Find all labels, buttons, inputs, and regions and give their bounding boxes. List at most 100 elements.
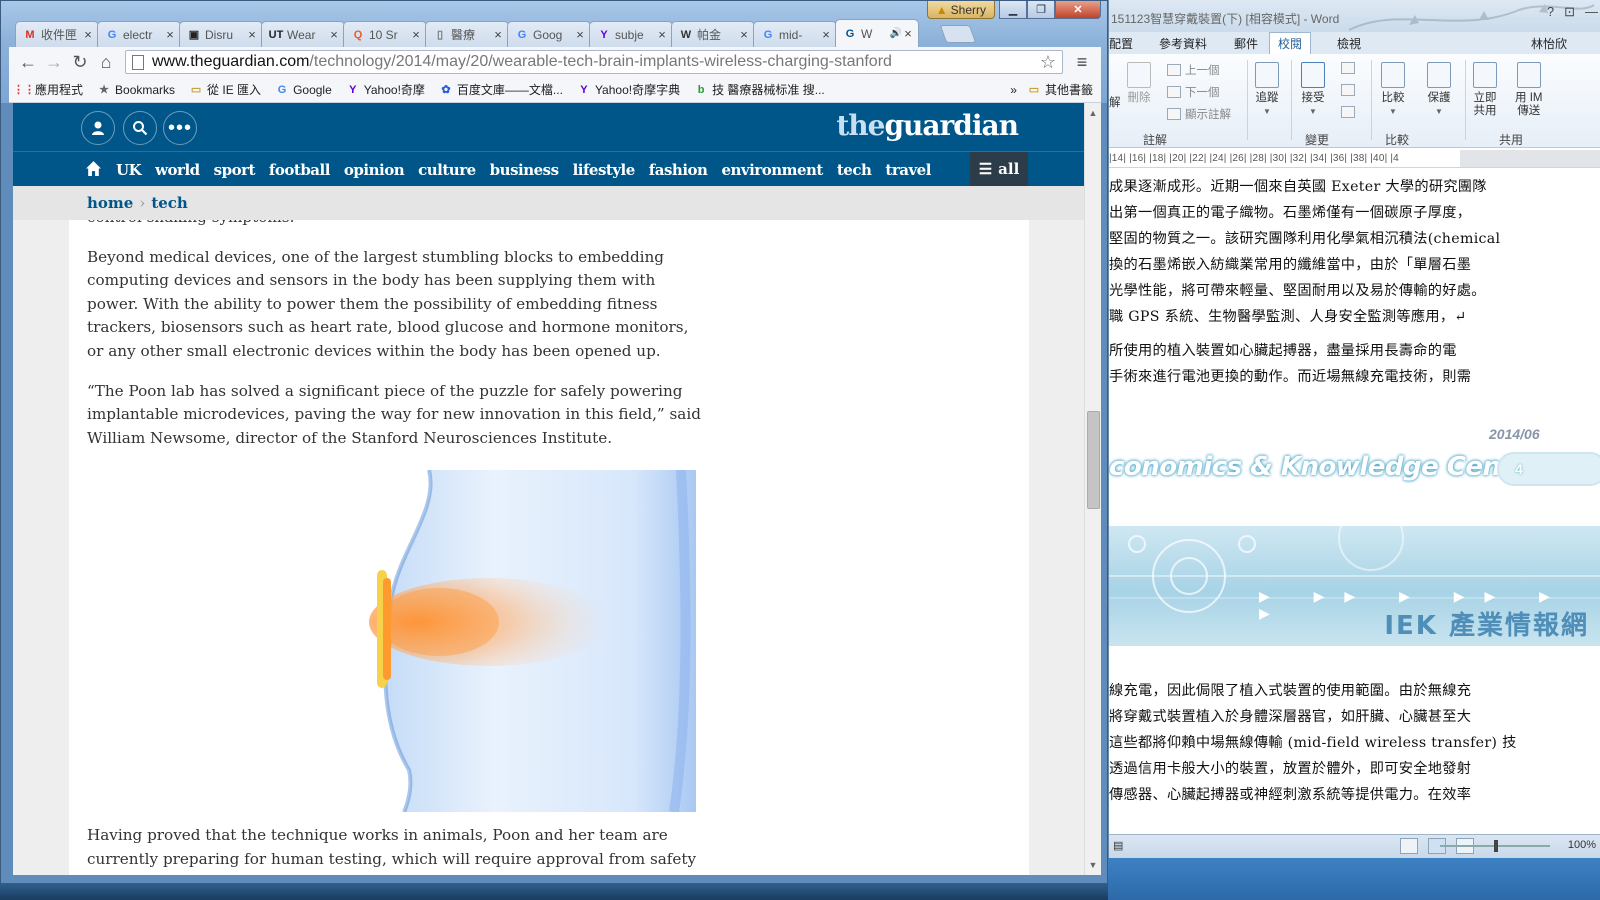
reload-button[interactable]: ↻ <box>67 50 93 74</box>
nav-item-environment[interactable]: environment <box>721 161 823 179</box>
browser-tab[interactable]: W 帕金 × <box>671 21 755 47</box>
breadcrumb-tech[interactable]: tech <box>151 194 188 212</box>
browser-tab[interactable]: ▯ 醫療 × <box>425 21 509 47</box>
bookmark-item[interactable]: ⋮⋮ 應用程式 <box>13 81 83 98</box>
browser-tab[interactable]: UT Wear × <box>261 21 345 47</box>
reject-icon <box>1341 62 1355 74</box>
address-bar[interactable]: www.theguardian.com/technology/2014/may/… <box>125 50 1063 74</box>
word-minimize-icon[interactable]: — <box>1585 4 1598 20</box>
ribbon-display-icon[interactable]: ⊡ <box>1564 4 1575 20</box>
zoom-slider[interactable] <box>1440 840 1550 852</box>
nav-item-travel[interactable]: travel <box>885 161 931 179</box>
tab-mailings[interactable]: 郵件 <box>1234 35 1258 52</box>
other-bookmarks-folder[interactable]: ▭ 其他書籤 <box>1027 81 1093 98</box>
bookmark-item[interactable]: Y Yahoo!奇摩字典 <box>577 81 680 98</box>
read-mode-button[interactable] <box>1400 838 1418 854</box>
nav-item-opinion[interactable]: opinion <box>344 161 405 179</box>
home-button[interactable]: ⌂ <box>93 50 119 74</box>
more-circle-button[interactable]: ••• <box>163 111 197 145</box>
show-comments-button[interactable]: 顯示註解 <box>1167 106 1231 122</box>
bookmarks-overflow-button[interactable]: » <box>1010 83 1017 97</box>
bookmark-item[interactable]: ▭ 從 IE 匯入 <box>189 81 261 98</box>
bookmark-star-icon[interactable]: ☆ <box>1040 52 1056 73</box>
word-user-name[interactable]: 林怡欣 <box>1531 35 1567 52</box>
tab-close-icon[interactable]: × <box>492 27 504 42</box>
browser-tab[interactable]: G Goog × <box>507 21 591 47</box>
profile-circle-button[interactable] <box>81 111 115 145</box>
tab-close-icon[interactable]: × <box>902 26 914 41</box>
track-changes-button[interactable]: 追蹤 ▼ <box>1255 62 1279 118</box>
previous-comment-button[interactable]: 上一個 <box>1167 62 1220 78</box>
protect-button[interactable]: 保護 ▼ <box>1427 62 1451 118</box>
maximize-button[interactable]: ❐ <box>1027 1 1055 19</box>
nav-item-UK[interactable]: UK <box>116 161 142 179</box>
implant-illustration <box>369 470 696 812</box>
nav-item-football[interactable]: football <box>269 161 331 179</box>
nav-item-lifestyle[interactable]: lifestyle <box>573 161 636 179</box>
nav-item-world[interactable]: world <box>155 161 200 179</box>
tab-close-icon[interactable]: × <box>738 27 750 42</box>
profile-button[interactable]: ▲ Sherry <box>926 1 995 19</box>
send-im-button[interactable]: 用 IM 傳送 <box>1515 62 1542 118</box>
folder-icon: ▭ <box>190 84 202 96</box>
tab-close-icon[interactable]: × <box>164 27 176 42</box>
bookmark-item[interactable]: b 技 醫療器械标准 搜... <box>694 81 825 98</box>
horizontal-ruler[interactable]: |14| |16| |18| |20| |22| |24| |26| |28| … <box>1109 150 1600 168</box>
nav-item-business[interactable]: business <box>490 161 559 179</box>
tab-close-icon[interactable]: × <box>246 27 258 42</box>
guardian-logo[interactable]: theguardian <box>836 109 1019 142</box>
scroll-down-arrow-icon[interactable]: ▼ <box>1085 857 1101 873</box>
reject-button[interactable] <box>1341 62 1355 74</box>
tab-view[interactable]: 檢視 <box>1337 35 1361 52</box>
bookmark-item[interactable]: Y Yahoo!奇摩 <box>346 81 425 98</box>
back-button[interactable]: ← <box>15 50 41 74</box>
scrollbar-thumb[interactable] <box>1087 411 1100 509</box>
bookmark-item[interactable]: G Google <box>275 83 332 97</box>
header-band: conomics & Knowledge Center 4 <box>1109 448 1600 494</box>
zoom-level[interactable]: 100% <box>1568 839 1596 851</box>
tab-close-icon[interactable]: × <box>820 27 832 42</box>
minimize-button[interactable]: ▁ <box>999 1 1027 19</box>
browser-tab[interactable]: Q 10 Sr × <box>343 21 427 47</box>
search-circle-button[interactable] <box>123 111 157 145</box>
share-now-button[interactable]: 立即 共用 <box>1473 62 1497 118</box>
all-sections-button[interactable]: ☰ all <box>970 152 1028 186</box>
browser-tab[interactable]: Ysubje × <box>589 21 673 47</box>
bookmark-item[interactable]: ★ Bookmarks <box>97 83 175 97</box>
browser-tab[interactable]: Gmid- × <box>753 21 837 47</box>
browser-tab[interactable]: Gelectr × <box>97 21 181 47</box>
nav-item-tech[interactable]: tech <box>837 161 872 179</box>
tab-review[interactable]: 校閱 <box>1269 32 1312 54</box>
delete-comment-button[interactable]: 刪除 <box>1127 62 1151 105</box>
page-scrollbar[interactable]: ▲ ▼ <box>1084 103 1101 875</box>
close-button[interactable]: ✕ <box>1055 1 1101 19</box>
tab-close-icon[interactable]: × <box>574 27 586 42</box>
tab-close-icon[interactable]: × <box>328 27 340 42</box>
tab-close-icon[interactable]: × <box>656 27 668 42</box>
compare-button[interactable]: 比較 ▼ <box>1381 62 1405 118</box>
help-icon[interactable]: ? <box>1547 4 1554 20</box>
forward-button[interactable]: → <box>41 50 67 74</box>
browser-tab[interactable]: M 收件匣 × <box>15 21 99 47</box>
audio-playing-icon[interactable]: 🔊 <box>890 28 902 39</box>
home-nav-icon[interactable] <box>85 160 102 180</box>
tab-layout[interactable]: 配置 <box>1109 35 1133 52</box>
bookmark-item[interactable]: ✿ 百度文庫——文檔... <box>439 81 563 98</box>
breadcrumb-home[interactable]: home <box>87 194 133 212</box>
accept-button[interactable]: 接受 ▼ <box>1301 62 1325 118</box>
nav-item-sport[interactable]: sport <box>214 161 256 179</box>
menu-icon[interactable]: ≡ <box>1069 52 1095 73</box>
next-comment-button[interactable]: 下一個 <box>1167 84 1220 100</box>
scroll-up-arrow-icon[interactable]: ▲ <box>1085 105 1101 121</box>
nav-item-culture[interactable]: culture <box>418 161 476 179</box>
zoom-slider-knob[interactable] <box>1494 840 1498 852</box>
tab-references[interactable]: 參考資料 <box>1159 35 1207 52</box>
new-tab-button[interactable] <box>939 25 977 43</box>
next-change-button[interactable] <box>1341 106 1355 118</box>
tab-close-icon[interactable]: × <box>410 27 422 42</box>
nav-item-fashion[interactable]: fashion <box>649 161 708 179</box>
tab-close-icon[interactable]: × <box>82 27 94 42</box>
browser-tab[interactable]: G W 🔊 × <box>835 19 919 47</box>
previous-change-button[interactable] <box>1341 84 1355 96</box>
browser-tab[interactable]: ▣ Disru × <box>179 21 263 47</box>
